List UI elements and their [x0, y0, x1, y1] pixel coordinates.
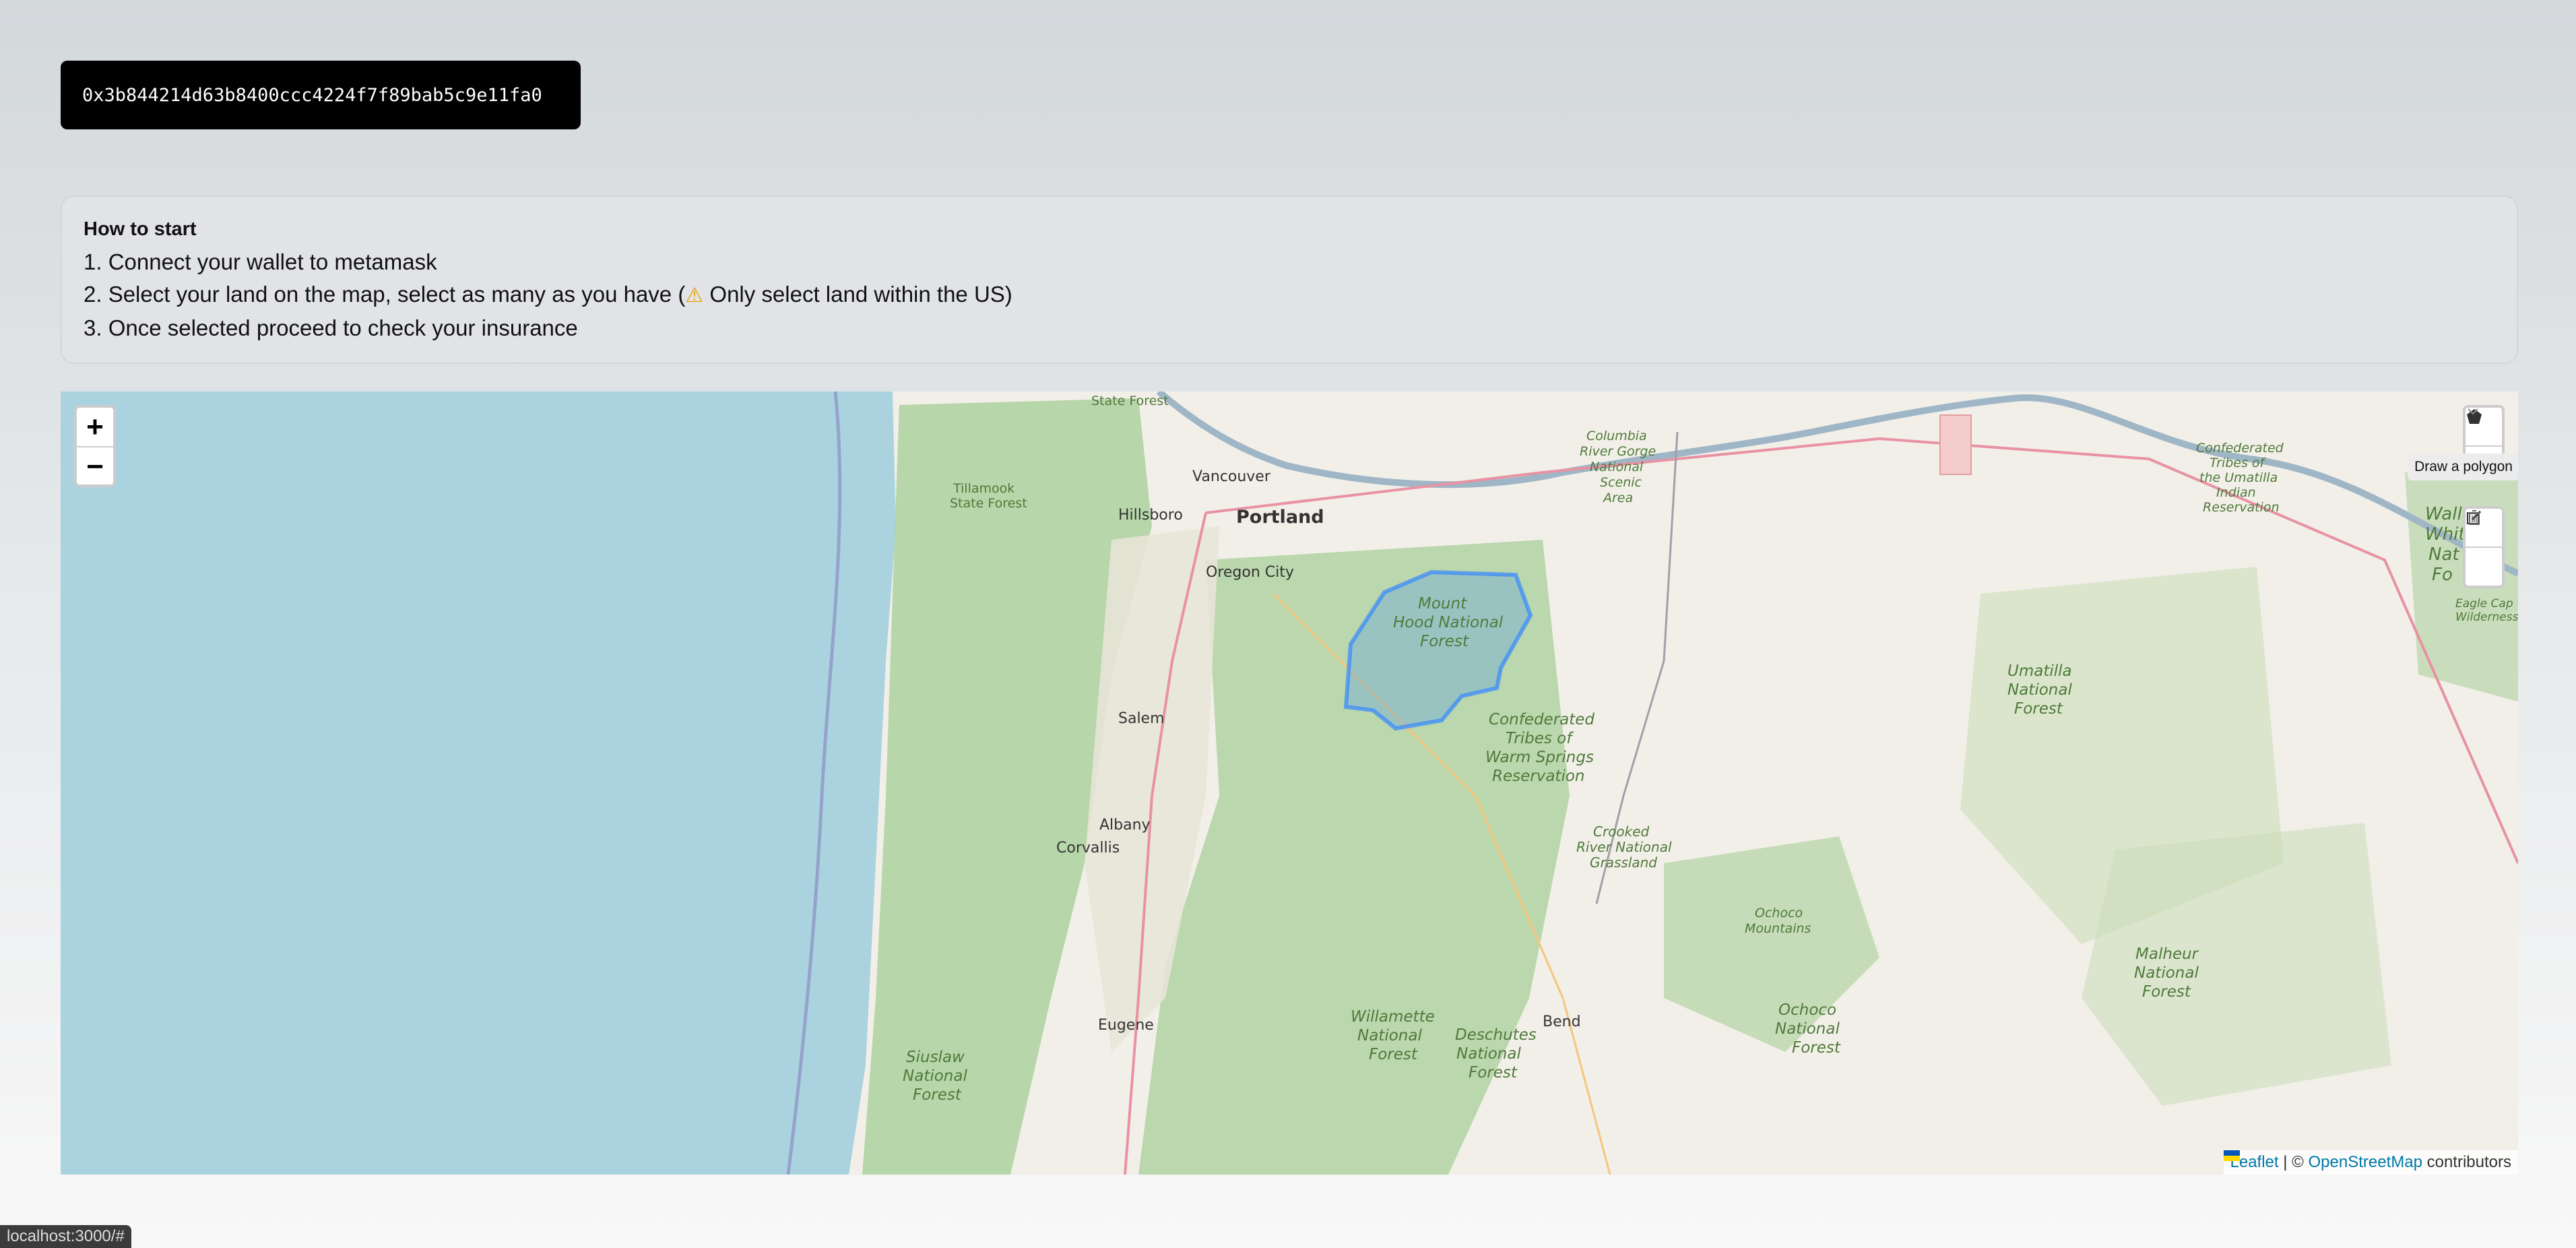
label-willamette-1: Willamette [1351, 1008, 1435, 1026]
label-oregon-city: Oregon City [1206, 564, 1294, 581]
label-tillamook-2: State Forest [950, 496, 1027, 511]
wallet-address-text: 0x3b844214d63b8400ccc4224f7f89bab5c9e11f… [82, 84, 542, 106]
label-ochoco-1: Ochoco [1778, 1001, 1836, 1019]
map-tiles[interactable]: State Forest Vancouver Hillsboro Portlan… [61, 392, 2518, 1175]
label-deschutes-1: Deschutes [1455, 1026, 1537, 1044]
label-umatilla-res-1: Confederated [2196, 441, 2284, 456]
label-siuslaw-1: Siuslaw [906, 1049, 965, 1066]
label-willamette-2: National [1357, 1027, 1422, 1044]
step-1: 1. Connect your wallet to metamask [84, 249, 437, 274]
wallet-address-button[interactable]: 0x3b844214d63b8400ccc4224f7f89bab5c9e11f… [61, 61, 581, 129]
label-warm-2: Tribes of [1506, 730, 1574, 747]
label-wallowa-3: Nat [2428, 544, 2459, 565]
label-ochoco-3: Forest [1792, 1039, 1841, 1057]
draw-polygon-tooltip: Draw a polygon [2408, 454, 2518, 480]
label-bend: Bend [1543, 1013, 1581, 1030]
label-crooked-1: Crooked [1593, 823, 1650, 840]
warning-icon: ⚠ [685, 284, 704, 307]
label-crooked-2: River National [1576, 839, 1672, 855]
label-wallowa-2: Whit [2425, 524, 2466, 544]
label-willamette-3: Forest [1369, 1046, 1418, 1063]
label-umatilla-res-5: Reservation [2203, 500, 2280, 515]
label-ochoco-2: National [1775, 1020, 1840, 1038]
zoom-control: + − [74, 405, 116, 487]
label-warm-1: Confederated [1489, 711, 1595, 728]
label-crooked-3: Grassland [1590, 854, 1657, 871]
label-eugene: Eugene [1098, 1017, 1154, 1034]
zoom-out-button[interactable]: − [77, 446, 113, 485]
label-salem: Salem [1118, 710, 1165, 727]
label-deschutes-2: National [1456, 1045, 1521, 1063]
label-umatilla-res-4: Indian [2216, 485, 2256, 500]
label-umatilla-3: Forest [2014, 700, 2063, 718]
map-attribution: Leaflet | © OpenStreetMap contributors [2223, 1150, 2518, 1175]
label-columbia-4: Scenic [1600, 475, 1642, 490]
label-warm-4: Reservation [1492, 768, 1584, 785]
label-corvallis: Corvallis [1056, 840, 1120, 856]
label-hillsboro: Hillsboro [1118, 507, 1183, 524]
ukraine-flag-icon [2223, 1150, 2240, 1161]
step-3: 3. Once selected proceed to check your i… [84, 315, 578, 340]
zoom-in-button[interactable]: + [77, 408, 113, 446]
label-mt-hood-2: Hood National [1393, 614, 1504, 631]
label-albany: Albany [1099, 817, 1151, 834]
label-columbia-1: Columbia [1586, 429, 1647, 443]
label-wallowa-4: Fo [2432, 565, 2453, 585]
label-eagle-2: Wilderness [2455, 611, 2518, 624]
label-tillamook: Tillamook [953, 481, 1015, 496]
label-portland: Portland [1236, 507, 1324, 528]
label-ochoco-mtns-2: Mountains [1745, 921, 1811, 936]
label-state-forest: State Forest [1091, 394, 1169, 408]
chevron-icon [2468, 408, 2478, 415]
how-to-start-title: How to start [84, 218, 197, 240]
step-2: 2. Select your land on the map, select a… [84, 278, 2495, 312]
label-umatilla-res-3: the Umatilla [2199, 470, 2278, 485]
label-siuslaw-3: Forest [913, 1086, 962, 1104]
openstreetmap-link[interactable]: OpenStreetMap [2309, 1153, 2422, 1171]
label-siuslaw-2: National [903, 1067, 967, 1085]
label-mt-hood-3: Forest [1420, 633, 1469, 650]
label-warm-3: Warm Springs [1485, 749, 1594, 766]
label-malheur-2: National [2134, 964, 2199, 982]
label-columbia-3: National [1590, 460, 1644, 474]
trash-icon [2468, 510, 2480, 525]
label-columbia-2: River Gorge [1580, 444, 1656, 459]
label-ochoco-mtns-1: Ochoco [1755, 906, 1803, 921]
label-eagle-1: Eagle Cap [2455, 597, 2513, 611]
label-columbia-5: Area [1602, 491, 1633, 505]
how-to-start-panel: How to start 1. Connect your wallet to m… [61, 195, 2518, 364]
land-selection-map[interactable]: State Forest Vancouver Hillsboro Portlan… [61, 392, 2518, 1175]
delete-layers-button[interactable] [2466, 510, 2502, 586]
label-vancouver: Vancouver [1192, 468, 1271, 485]
hatched-area [1939, 414, 1972, 475]
label-malheur-1: Malheur [2135, 945, 2199, 963]
label-umatilla-1: Umatilla [2007, 662, 2072, 680]
label-umatilla-res-2: Tribes of [2210, 456, 2267, 470]
edit-toolbar [2463, 506, 2505, 588]
label-mt-hood-1: Mount [1418, 595, 1467, 613]
label-malheur-3: Forest [2142, 983, 2191, 1001]
status-bar-url: localhost:3000/# [0, 1225, 131, 1248]
label-deschutes-3: Forest [1469, 1064, 1518, 1082]
label-umatilla-2: National [2007, 681, 2072, 699]
